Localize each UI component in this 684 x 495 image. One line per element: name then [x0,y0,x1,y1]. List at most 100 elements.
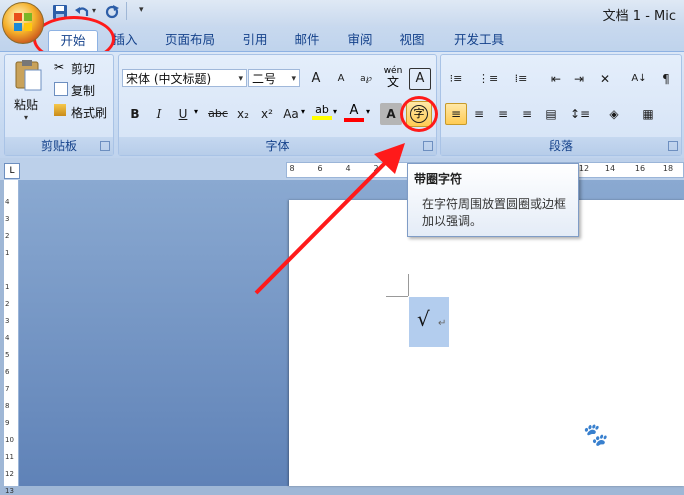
underline-dropdown-icon[interactable]: ▾ [194,107,198,116]
paste-dropdown-icon[interactable]: ▾ [24,113,28,122]
justify-icon[interactable]: ≡ [516,103,538,125]
vruler-number: 5 [5,351,10,359]
vruler-number: 3 [5,215,10,223]
borders-icon[interactable]: ▦ [634,103,662,125]
vruler-number: 1 [5,249,10,257]
decrease-indent-icon[interactable]: ⇤ [545,68,567,90]
vruler-number: 1 [5,283,10,291]
annotation-circle-enclose [400,96,438,132]
clear-format-button[interactable]: a℘ [355,68,377,90]
vruler-number: 7 [5,385,10,393]
cut-button[interactable]: 剪切 [71,60,95,77]
tab-mailings[interactable]: 邮件 [290,30,324,50]
font-color-label: A [349,103,359,118]
align-center-icon[interactable]: ≡ [468,103,490,125]
strikethrough-button[interactable]: abc [204,103,232,125]
phonetic-char: 文 [386,75,399,89]
check-character[interactable]: √ [417,307,430,331]
copy-icon [54,82,68,96]
character-shading-button[interactable]: A [380,103,402,125]
vruler-number: 4 [5,334,10,342]
tab-review[interactable]: 审阅 [343,30,377,50]
phonetic-guide-button[interactable]: wén 文 [381,67,405,89]
undo-dropdown-icon[interactable]: ▾ [92,6,96,15]
redo-icon[interactable] [104,4,120,20]
scissors-icon: ✂ [54,60,65,74]
grow-font-button[interactable]: A [305,68,327,90]
font-size-combo[interactable]: 二号 ▾ [248,69,300,87]
font-color-dropdown-icon[interactable]: ▾ [366,107,370,116]
clipboard-group-label: 剪贴板 [5,137,113,155]
align-right-icon[interactable]: ≡ [492,103,514,125]
chinese-layout-icon[interactable]: ✕ [594,68,616,90]
hruler-number: 14 [604,164,616,173]
character-border-button[interactable]: A [409,68,431,90]
shrink-font-button[interactable]: A [330,68,352,90]
font-color-button[interactable]: A [344,103,364,123]
vruler-number: 4 [5,198,10,206]
align-left-icon[interactable]: ≡ [445,103,467,125]
paste-icon[interactable] [10,58,44,92]
vruler-number: 10 [5,436,14,444]
vruler-number: 6 [5,368,10,376]
qat-customize-icon[interactable]: ▾ [139,5,144,15]
office-button[interactable] [2,2,44,44]
office-logo-icon [14,13,32,31]
hruler-number: 18 [662,164,674,173]
watermark-sub: 经验 [612,428,652,452]
change-case-button[interactable]: Aa [279,103,303,125]
multilevel-list-icon[interactable]: ⁞≡ [510,68,532,90]
tooltip-body: 在字符周围放置圆圈或边框加以强调。 [422,197,567,228]
line-spacing-icon[interactable]: ↕≡ [566,103,594,125]
annotation-arrow [254,143,405,295]
tab-developer[interactable]: 开发工具 [448,30,510,50]
chevron-down-icon: ▾ [238,74,243,84]
tab-view[interactable]: 视图 [395,30,429,50]
hruler-number: 16 [634,164,646,173]
highlight-label: ab [315,103,329,116]
paragraph-group-label: 段落 [441,137,681,155]
bullets-icon[interactable]: ⁝≡ [445,68,467,90]
tab-references[interactable]: 引用 [238,30,272,50]
tab-selector-icon[interactable]: L [4,163,20,179]
increase-indent-icon[interactable]: ⇥ [568,68,590,90]
vruler-number: 2 [5,232,10,240]
vruler-number: 3 [5,317,10,325]
sort-icon[interactable]: A↓ [628,68,650,90]
tab-home[interactable]: 开始 [48,30,98,51]
subscript-button[interactable]: x₂ [232,103,254,125]
font-name-value: 宋体 (中文标题) [126,72,212,86]
vruler-number: 13 [5,487,14,495]
format-painter-button[interactable]: 格式刷 [71,104,107,121]
vruler-number: 11 [5,453,14,461]
numbering-icon[interactable]: ⋮≡ [477,68,499,90]
tooltip: 带圈字符 在字符周围放置圆圈或边框加以强调。 [407,163,579,237]
italic-button[interactable]: I [148,103,170,125]
copy-button[interactable]: 复制 [71,82,95,99]
paragraph-launcher-icon[interactable] [668,141,678,151]
vruler-number: 9 [5,419,10,427]
show-marks-icon[interactable]: ¶ [655,68,677,90]
case-dropdown-icon[interactable]: ▾ [301,107,305,116]
paste-label[interactable]: 粘贴 [14,96,38,113]
chevron-down-icon: ▾ [291,74,296,84]
vruler-number: 2 [5,300,10,308]
shading-icon[interactable]: ◈ [600,103,628,125]
superscript-button[interactable]: x² [256,103,278,125]
font-name-combo[interactable]: 宋体 (中文标题) ▾ [122,69,247,87]
font-size-value: 二号 [252,72,277,86]
clipboard-launcher-icon[interactable] [100,141,110,151]
font-color-bar [344,118,364,122]
highlight-button[interactable]: ab [312,103,332,123]
bold-button[interactable]: B [124,103,146,125]
paragraph-mark: ↵ [438,318,447,329]
vruler-number: 8 [5,402,10,410]
underline-button[interactable]: U [172,103,194,125]
distributed-icon[interactable]: ▤ [540,103,562,125]
watermark-url: jingyan.baidu.com [562,455,664,468]
highlight-dropdown-icon[interactable]: ▾ [333,107,337,116]
qat-divider [126,2,127,20]
vruler-number: 12 [5,470,14,478]
window-title: 文档 1 - Mic [602,9,676,24]
tab-page-layout[interactable]: 页面布局 [160,30,220,50]
